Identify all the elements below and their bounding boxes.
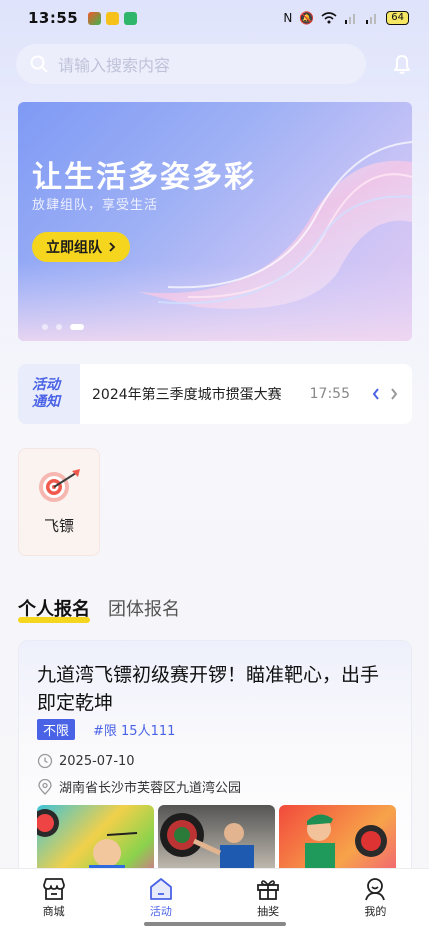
notice-tag-line2: 通知 (32, 394, 60, 410)
join-team-label: 立即组队 (46, 240, 102, 256)
app-notification-icon (124, 11, 138, 25)
status-app-icons (88, 11, 138, 25)
search-input[interactable]: 请输入搜索内容 (16, 44, 366, 84)
chevron-left-icon[interactable] (372, 388, 380, 400)
app-notification-icon (88, 11, 102, 25)
home-icon (149, 878, 172, 900)
event-tags: 不限 #限 15人111 (37, 719, 175, 740)
nfc-icon: N (283, 11, 293, 25)
user-icon (365, 878, 386, 901)
chevron-right-icon (109, 242, 116, 252)
wifi-icon (321, 12, 337, 24)
event-date: 2025-07-10 (59, 753, 135, 769)
clock-icon (37, 753, 53, 769)
banner-title: 让生活多姿多彩 (32, 160, 256, 195)
event-date-row: 2025-07-10 (37, 753, 135, 769)
nav-activity-label: 活动 (149, 905, 172, 918)
registration-tabs: 个人报名 团体报名 (18, 595, 180, 623)
nav-profile[interactable]: 我的 (322, 869, 429, 929)
notification-button[interactable] (388, 50, 416, 78)
nav-lottery-label: 抽奖 (257, 905, 280, 918)
dartboard-icon (39, 469, 80, 502)
event-address-row: 湖南省长沙市芙蓉区九道湾公园 (37, 777, 241, 796)
signal-icon (366, 14, 377, 24)
search-placeholder: 请输入搜索内容 (58, 56, 171, 75)
bottom-navigation: 商城 活动 抽奖 我的 (0, 868, 429, 929)
event-limit: #限 15人111 (93, 724, 176, 739)
promo-banner[interactable]: 让生活多姿多彩 放肆组队，享受生活 立即组队 (18, 102, 412, 341)
notice-tag: 活动 通知 (18, 364, 80, 424)
banner-artwork (18, 141, 412, 341)
tab-individual[interactable]: 个人报名 (18, 595, 90, 623)
nav-mall[interactable]: 商城 (0, 869, 107, 929)
bell-icon (394, 55, 410, 74)
category-darts[interactable]: 飞镖 (18, 448, 100, 556)
nav-profile-label: 我的 (364, 905, 387, 918)
status-indicators: N 🔕 64 (283, 11, 409, 25)
status-time: 13:55 (28, 9, 79, 27)
join-team-button[interactable]: 立即组队 (32, 232, 130, 262)
event-card[interactable]: 九道湾飞镖初级赛开锣！瞄准靶心，出手即定乾坤 不限 #限 15人111 2025… (18, 640, 412, 880)
search-row: 请输入搜索内容 (16, 44, 416, 84)
battery-indicator: 64 (386, 11, 409, 25)
activity-notice[interactable]: 活动 通知 2024年第三季度城市掼蛋大赛 17:55 (18, 364, 412, 424)
notice-time: 17:55 (309, 386, 350, 402)
chevron-right-icon[interactable] (390, 388, 398, 400)
event-title: 九道湾飞镖初级赛开锣！瞄准靶心，出手即定乾坤 (37, 664, 380, 714)
event-badge: 不限 (37, 719, 76, 740)
location-pin-icon (38, 778, 52, 795)
notice-arrows (372, 388, 398, 400)
carousel-dot (42, 324, 48, 330)
nav-mall-label: 商城 (42, 905, 65, 918)
carousel-dot-active (70, 324, 84, 330)
notice-tag-line1: 活动 (32, 377, 60, 393)
search-icon (30, 55, 48, 73)
event-address: 湖南省长沙市芙蓉区九道湾公园 (59, 781, 242, 796)
status-bar: 13:55 N 🔕 64 (0, 0, 429, 36)
category-label: 飞镖 (43, 517, 74, 535)
mute-icon: 🔕 (299, 11, 315, 25)
nav-lottery[interactable]: 抽奖 (215, 869, 322, 929)
app-notification-icon (106, 11, 120, 25)
gift-icon (257, 880, 280, 900)
home-indicator[interactable] (144, 922, 286, 926)
tab-team[interactable]: 团体报名 (108, 595, 180, 621)
signal-icon (345, 14, 356, 24)
carousel-indicator (42, 324, 84, 330)
notice-text: 2024年第三季度城市掼蛋大赛 (92, 387, 282, 403)
banner-subtitle: 放肆组队，享受生活 (32, 198, 159, 213)
nav-activity[interactable]: 活动 (107, 869, 214, 929)
store-icon (42, 878, 65, 900)
carousel-dot (56, 324, 62, 330)
